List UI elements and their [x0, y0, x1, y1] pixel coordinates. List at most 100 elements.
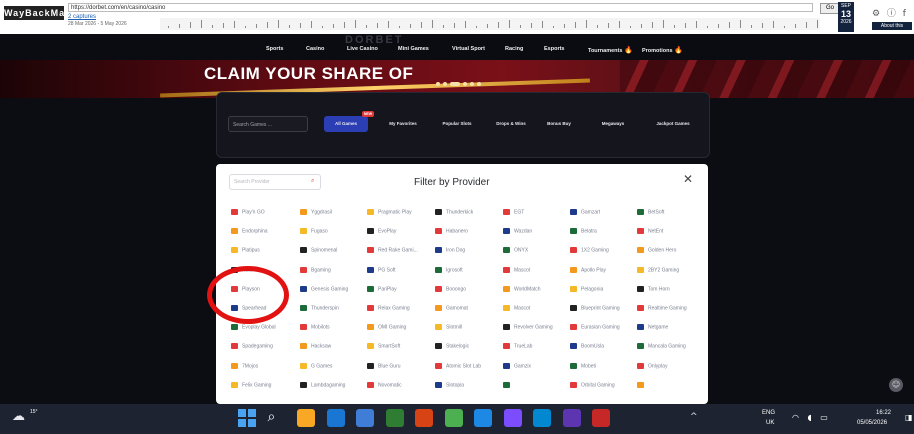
provider-item[interactable]: Pragmatic Play — [367, 209, 412, 215]
wayback-about-button[interactable]: About this capture — [872, 22, 912, 37]
provider-item[interactable]: 2BY2 Gaming — [637, 266, 679, 273]
provider-item[interactable]: NetEnt — [637, 228, 663, 235]
taskbar-app-icon[interactable] — [385, 409, 404, 427]
wayback-timeline[interactable] — [160, 18, 820, 30]
provider-item[interactable]: Thunderspin — [300, 305, 339, 311]
nav-casino[interactable]: Casino — [306, 46, 324, 52]
provider-item[interactable]: Booongo — [435, 285, 466, 292]
provider-item[interactable]: Hacksaw — [300, 343, 331, 350]
provider-item[interactable]: Igrosoft — [435, 266, 463, 273]
wayback-calendar[interactable]: SEP 13 2026 — [838, 2, 854, 32]
provider-item[interactable]: PG Soft — [367, 266, 396, 273]
provider-item[interactable]: Revolver Gaming — [503, 324, 553, 331]
search-games-input[interactable]: Search Games ... — [228, 116, 308, 132]
provider-item[interactable] — [637, 381, 648, 388]
provider-item[interactable]: Gamzix — [503, 362, 531, 369]
provider-item[interactable]: Stakelogic — [435, 343, 469, 350]
provider-item[interactable]: Mancala Gaming — [637, 343, 686, 350]
nav-live-casino[interactable]: Live Casino — [347, 46, 378, 52]
nav-promotions[interactable]: Promotions 🔥 — [642, 46, 683, 54]
provider-item[interactable]: 1X2 Gaming — [570, 247, 609, 254]
provider-item[interactable]: Relax Gaming — [367, 305, 410, 311]
provider-item[interactable]: Eurasian Gaming — [570, 324, 620, 331]
wayback-logo[interactable]: WayBackMachine — [4, 6, 93, 20]
provider-item[interactable]: Wazdan — [503, 228, 532, 235]
provider-item[interactable]: WorldMatch — [503, 285, 541, 292]
provider-item[interactable]: ONYX — [503, 247, 528, 254]
provider-item[interactable]: PariPlay — [367, 285, 397, 292]
provider-item[interactable]: Felix Gaming — [231, 381, 271, 388]
provider-item[interactable]: Lambdagaming — [300, 381, 345, 388]
provider-item[interactable]: BetSoft — [637, 209, 664, 215]
taskbar-app-icon[interactable] — [297, 409, 315, 427]
search-provider-input[interactable]: Search Provider — [229, 174, 321, 190]
taskbar-app-icon[interactable] — [592, 409, 610, 427]
provider-item[interactable]: Mascot — [503, 305, 530, 311]
provider-item[interactable]: Fugaso — [300, 228, 328, 235]
provider-item[interactable]: Slotopia — [435, 381, 464, 388]
system-tray-icons[interactable]: ◠ ◖ ▭ — [792, 413, 831, 422]
taskbar-app-icon[interactable] — [415, 409, 433, 427]
tray-chevron-icon[interactable]: ^ — [690, 412, 698, 422]
provider-item[interactable]: Yggdrasil — [300, 209, 332, 215]
tab-drops-wins[interactable]: Drops & Wins — [486, 116, 536, 132]
provider-item[interactable]: Mobeti — [570, 362, 596, 369]
carousel-dot[interactable] — [436, 82, 440, 86]
tab-bonus-buy[interactable]: Bonus Buy — [540, 116, 578, 132]
provider-item[interactable]: EvoPlay — [367, 228, 396, 235]
wayback-captures-link[interactable]: 2 captures — [68, 14, 96, 20]
taskbar-app-icon[interactable] — [444, 409, 463, 427]
provider-item[interactable]: Tom Horn — [637, 285, 670, 292]
provider-item[interactable]: TrueLab — [503, 343, 532, 350]
provider-item[interactable]: Gamomat — [435, 305, 468, 311]
provider-item[interactable]: Blue Guru — [367, 362, 401, 369]
provider-item[interactable]: OMI Gaming — [367, 324, 406, 331]
provider-item[interactable]: Realtime Gaming — [637, 305, 687, 311]
taskbar-app-icon[interactable] — [326, 409, 345, 427]
search-icon[interactable]: ⌕ — [311, 177, 314, 185]
nav-esports[interactable]: Esports — [544, 46, 564, 52]
clock-date[interactable]: 05/05/2026 — [857, 420, 887, 426]
chat-icon[interactable]: ☺ — [889, 378, 903, 392]
provider-item[interactable]: Apollo Play — [570, 266, 606, 273]
provider-item[interactable]: Golden Hero — [637, 247, 676, 254]
tab-popular-slots[interactable]: Popular Slots — [432, 116, 482, 132]
carousel-dot[interactable] — [443, 82, 447, 86]
carousel-dot[interactable] — [470, 82, 474, 86]
nav-mini-games[interactable]: Mini Games — [398, 46, 429, 52]
provider-item[interactable]: Novomatic — [367, 381, 402, 388]
carousel-dot[interactable] — [463, 82, 467, 86]
provider-item[interactable]: BoomUsla — [570, 343, 604, 350]
notification-icon[interactable]: ◨ — [905, 413, 913, 422]
provider-item[interactable]: 7Mojos — [231, 362, 258, 369]
site-logo[interactable]: DORBET — [345, 34, 403, 46]
provider-item[interactable]: Spadegaming — [231, 343, 273, 350]
tab-jackpot-games[interactable]: Jackpot Games — [646, 116, 700, 132]
tab-my-favorites[interactable]: My Favorites — [378, 116, 428, 132]
weather-icon[interactable]: ☁ — [12, 409, 25, 424]
provider-item[interactable]: Thunderkick — [435, 209, 473, 215]
provider-item[interactable]: Genesis Gaming — [300, 285, 348, 292]
provider-item[interactable] — [503, 381, 514, 388]
wayback-go-button[interactable]: Go — [820, 3, 840, 14]
tab-megaways[interactable]: Megaways — [592, 116, 634, 132]
taskbar-app-icon[interactable] — [503, 409, 522, 427]
provider-item[interactable]: Pelagonia — [570, 285, 603, 292]
provider-item[interactable]: G Games — [300, 362, 332, 369]
provider-item[interactable]: Bgaming — [300, 266, 331, 273]
provider-item[interactable]: Slotmill — [435, 324, 462, 331]
wayback-url-input[interactable]: https://dorbet.com/en/casino/casino — [68, 3, 813, 12]
provider-item[interactable]: Spinomenal — [300, 247, 337, 254]
provider-item[interactable]: Endorphina — [231, 228, 268, 235]
provider-item[interactable]: Play'n GO — [231, 209, 265, 215]
wayback-icons[interactable]: ⚙ ⓘ f — [872, 6, 908, 19]
provider-item[interactable]: Habanero — [435, 228, 468, 235]
carousel-dot-active[interactable] — [450, 82, 460, 86]
nav-tournaments[interactable]: Tournaments 🔥 — [588, 46, 633, 54]
provider-item[interactable]: Orbital Gaming — [570, 381, 615, 388]
provider-item[interactable]: Belatra — [570, 228, 597, 235]
provider-item[interactable]: Netgame — [637, 324, 668, 331]
taskbar-app-icon[interactable] — [562, 409, 581, 427]
provider-item[interactable]: Evoplay Global — [231, 324, 276, 331]
provider-item[interactable]: Gamzart — [570, 209, 600, 215]
